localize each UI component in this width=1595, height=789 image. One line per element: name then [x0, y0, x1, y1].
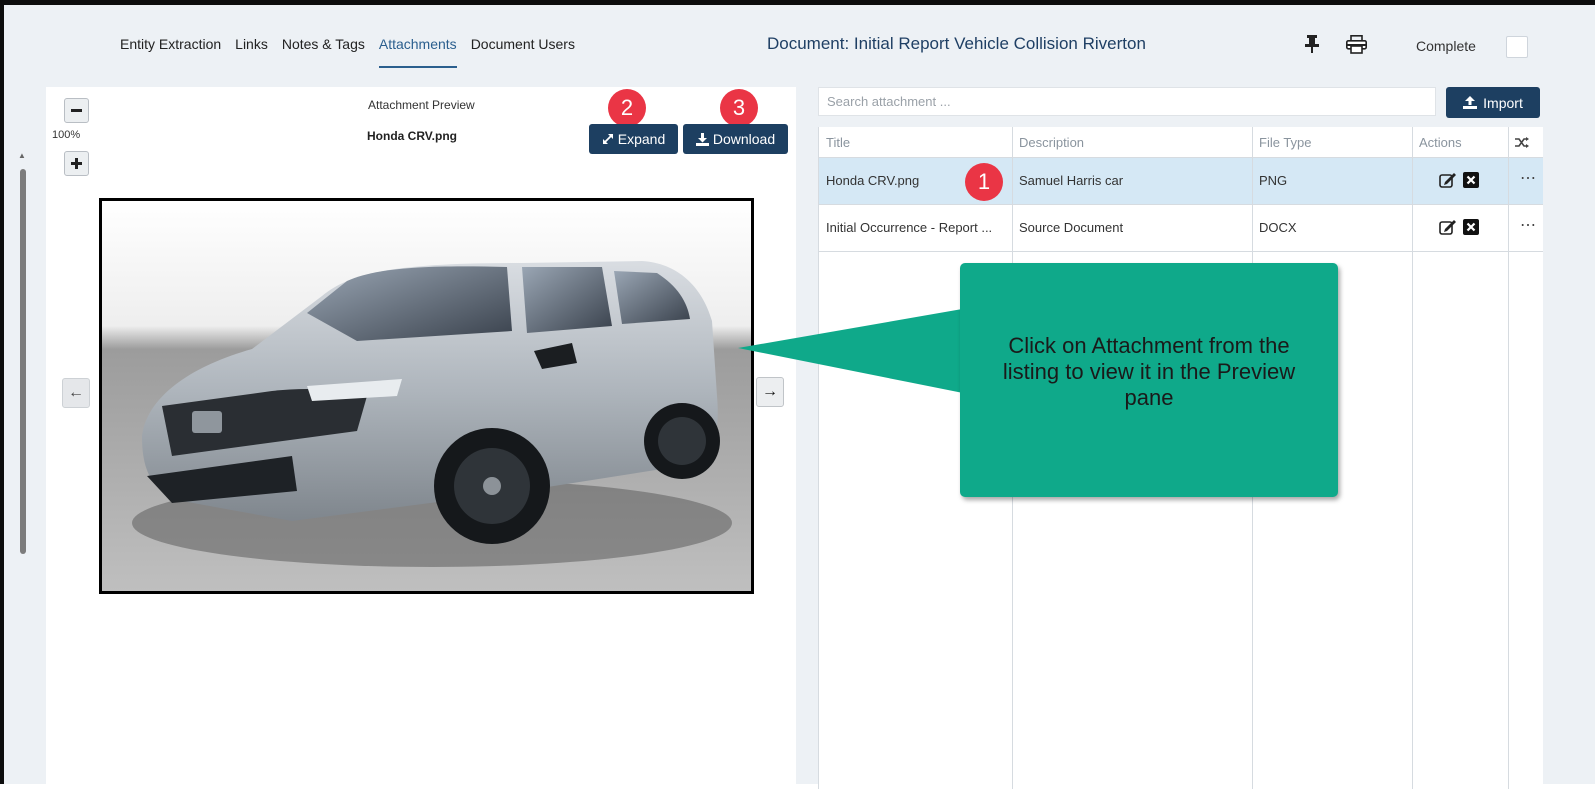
column-header-title[interactable]: Title: [819, 127, 1012, 158]
delete-icon[interactable]: [1463, 172, 1479, 188]
preview-heading: Attachment Preview: [368, 98, 475, 112]
complete-label: Complete: [1416, 38, 1476, 54]
step-badge-3: 3: [720, 89, 758, 127]
row-actions: [1439, 219, 1479, 235]
column-header-shuffle[interactable]: [1508, 127, 1543, 158]
tab-entity-extraction[interactable]: Entity Extraction: [120, 36, 221, 68]
shuffle-icon: [1515, 137, 1529, 148]
column-header-description[interactable]: Description: [1012, 127, 1252, 158]
more-options-icon[interactable]: ⋯: [1520, 158, 1536, 204]
delete-icon[interactable]: [1463, 219, 1479, 235]
import-label: Import: [1483, 94, 1523, 111]
step-badge-1: 1: [965, 163, 1003, 201]
callout-text: Click on Attachment from the listing to …: [1002, 333, 1296, 410]
scroll-up-icon[interactable]: ▲: [18, 151, 26, 160]
row-description: Samuel Harris car: [1019, 173, 1124, 188]
download-label: Download: [712, 131, 776, 147]
row-title: Initial Occurrence - Report ...: [826, 220, 993, 235]
column-header-actions: Actions: [1412, 127, 1508, 158]
document-title: Document: Initial Report Vehicle Collisi…: [767, 34, 1146, 53]
tab-attachments[interactable]: Attachments: [378, 36, 457, 68]
column-divider: [1412, 127, 1413, 789]
preview-filename: Honda CRV.png: [367, 129, 458, 143]
zoom-level: 100%: [52, 129, 81, 141]
edit-icon[interactable]: [1439, 172, 1457, 188]
complete-checkbox[interactable]: [1506, 36, 1528, 58]
import-button[interactable]: Import: [1446, 87, 1540, 118]
vertical-scrollbar[interactable]: ▲: [18, 151, 29, 571]
attachment-preview-pane: 100% Attachment Preview Honda CRV.png 2 …: [46, 87, 796, 789]
download-button[interactable]: Download: [683, 124, 788, 154]
tab-links[interactable]: Links: [235, 36, 268, 68]
download-icon: [695, 132, 709, 146]
expand-button[interactable]: Expand: [589, 124, 678, 154]
row-description: Source Document: [1019, 220, 1124, 235]
zoom-out-button[interactable]: [64, 98, 89, 123]
upload-icon: [1463, 96, 1478, 109]
pin-icon[interactable]: [1305, 35, 1319, 53]
tutorial-callout: Click on Attachment from the listing to …: [960, 263, 1338, 497]
row-file-type: PNG: [1259, 173, 1288, 188]
top-navigation: Entity Extraction Links Notes & Tags Att…: [4, 5, 1595, 80]
attachment-image: [99, 198, 754, 594]
step-badge-2: 2: [608, 89, 646, 127]
arrow-right-icon: →: [762, 383, 778, 400]
arrow-left-icon: ←: [68, 384, 84, 401]
more-options-icon[interactable]: ⋯: [1520, 205, 1536, 251]
previous-attachment-button[interactable]: ←: [62, 378, 90, 408]
expand-label: Expand: [617, 131, 666, 147]
column-divider: [1508, 127, 1509, 789]
table-row[interactable]: Honda CRV.png Samuel Harris car PNG ⋯ 1: [819, 158, 1543, 205]
expand-icon: [602, 134, 613, 144]
search-attachment-input[interactable]: [818, 87, 1436, 116]
tab-document-users[interactable]: Document Users: [471, 36, 575, 68]
table-row[interactable]: Initial Occurrence - Report ... Source D…: [819, 205, 1543, 252]
minus-icon: [71, 109, 82, 112]
row-file-type: DOCX: [1259, 220, 1297, 235]
column-header-file-type[interactable]: File Type: [1252, 127, 1412, 158]
edit-icon[interactable]: [1439, 219, 1457, 235]
app-container: Entity Extraction Links Notes & Tags Att…: [4, 5, 1595, 789]
row-actions: [1439, 172, 1479, 188]
scroll-thumb[interactable]: [20, 169, 26, 554]
print-icon[interactable]: [1346, 35, 1367, 54]
car-image: [102, 201, 751, 591]
zoom-in-button[interactable]: [64, 151, 89, 176]
plus-icon: [71, 158, 82, 169]
tab-bar: Entity Extraction Links Notes & Tags Att…: [120, 36, 575, 68]
tab-notes-tags[interactable]: Notes & Tags: [282, 36, 365, 68]
next-attachment-button[interactable]: →: [756, 377, 784, 407]
